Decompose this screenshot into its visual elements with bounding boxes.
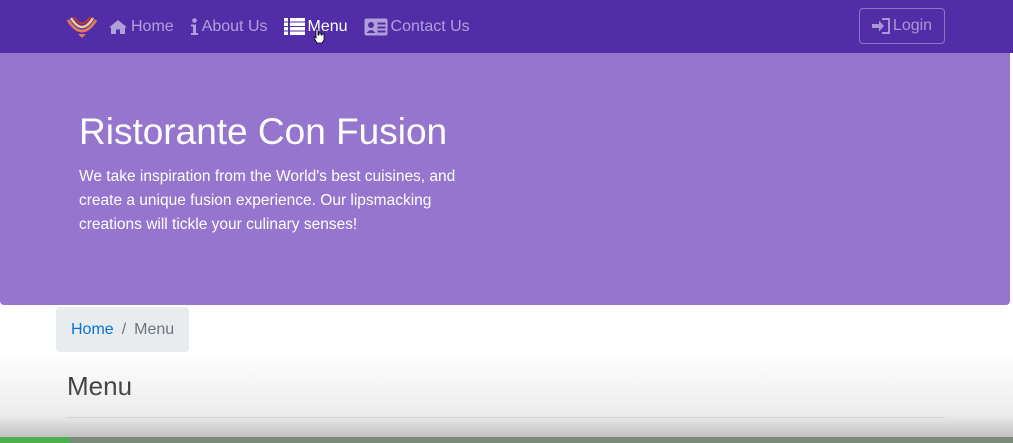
breadcrumb-current: Menu — [134, 320, 175, 338]
page-title: Menu — [67, 371, 133, 401]
info-icon — [190, 17, 198, 35]
nav-item-home[interactable]: Home — [108, 18, 174, 36]
restaurant-description: We take inspiration from the World's bes… — [79, 168, 456, 233]
breadcrumb-home-link[interactable]: Home — [71, 321, 114, 339]
bottom-strip-accent — [0, 437, 70, 443]
breadcrumb-separator: / — [121, 320, 127, 338]
nav-item-about[interactable]: About Us — [190, 18, 268, 36]
nav-links: Home About Us Menu Contact Us — [108, 0, 486, 53]
navbar: Home About Us Menu Contact Us Login — [0, 0, 1013, 53]
breadcrumb: Home / Menu — [56, 307, 189, 352]
restaurant-title: Ristorante Con Fusion — [79, 111, 448, 152]
bottom-shade — [0, 350, 1013, 443]
sign-in-icon — [871, 18, 890, 34]
address-card-icon — [364, 18, 388, 35]
home-icon — [109, 19, 127, 34]
jumbotron: Ristorante Con Fusion We take inspiratio… — [0, 53, 1010, 305]
nav-item-contact[interactable]: Contact Us — [364, 18, 470, 36]
list-icon — [283, 18, 305, 35]
nav-item-label: Home — [131, 17, 174, 35]
nav-item-label: Contact Us — [390, 17, 470, 35]
login-button[interactable]: Login — [859, 8, 945, 44]
logo-icon[interactable] — [66, 12, 98, 40]
hand-cursor-icon — [313, 28, 325, 44]
bottom-strip — [0, 437, 1013, 443]
nav-item-label: About Us — [201, 17, 268, 35]
login-label: Login — [892, 17, 933, 34]
divider — [67, 417, 945, 418]
